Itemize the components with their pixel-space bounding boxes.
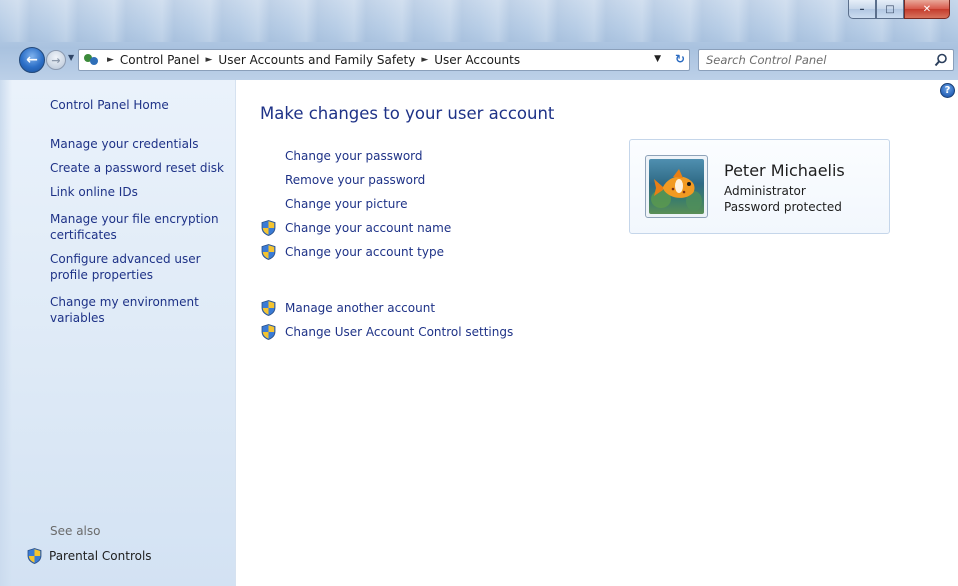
minimize-icon: – <box>859 3 865 15</box>
account-role: Administrator <box>724 184 806 198</box>
avatar <box>645 155 708 218</box>
search-input[interactable] <box>706 51 934 69</box>
breadcrumb-separator-icon[interactable]: ► <box>107 55 114 65</box>
breadcrumb-separator-icon[interactable]: ► <box>421 55 428 65</box>
account-card: Peter Michaelis Administrator Password p… <box>629 139 890 234</box>
fish-picture-icon <box>649 159 704 214</box>
task-change-account-type[interactable]: Change your account type <box>285 244 444 260</box>
user-accounts-icon <box>83 52 101 68</box>
sidebar-link-link-online-ids[interactable]: Link online IDs <box>50 184 228 200</box>
address-bar[interactable]: ► Control Panel ► User Accounts and Fami… <box>78 49 690 71</box>
breadcrumb-user-accounts[interactable]: User Accounts <box>434 53 520 67</box>
sidebar-link-configure-advanced-profile[interactable]: Configure advanced user profile properti… <box>50 251 210 283</box>
navigation-bar: ← → ▼ ► Control Panel ► User Accounts an… <box>0 44 958 76</box>
sidebar-link-control-panel-home[interactable]: Control Panel Home <box>50 97 228 113</box>
left-navigation-pane: Control Panel Home Manage your credentia… <box>0 80 236 586</box>
page-title: Make changes to your user account <box>260 104 555 123</box>
maximize-icon: □ <box>885 3 895 15</box>
task-change-password[interactable]: Change your password <box>285 148 423 164</box>
sidebar-link-manage-file-encryption[interactable]: Manage your file encryption certificates <box>50 211 220 243</box>
search-icon[interactable] <box>934 53 948 67</box>
uac-shield-icon <box>261 244 276 260</box>
sidebar-link-create-password-reset-disk[interactable]: Create a password reset disk <box>50 160 228 176</box>
help-button[interactable]: ? <box>940 83 955 98</box>
uac-shield-icon <box>261 300 276 316</box>
avatar-picture <box>651 169 702 211</box>
uac-shield-icon <box>261 324 276 340</box>
sidebar-link-change-environment-variables[interactable]: Change my environment variables <box>50 294 210 326</box>
window-controls: – □ ✕ <box>848 0 950 20</box>
breadcrumb-control-panel[interactable]: Control Panel <box>120 53 200 67</box>
sidebar-link-parental-controls[interactable]: Parental Controls <box>27 548 152 564</box>
sidebar-link-manage-credentials[interactable]: Manage your credentials <box>50 136 228 152</box>
close-button[interactable]: ✕ <box>904 0 950 19</box>
address-dropdown-icon[interactable]: ▼ <box>654 54 661 64</box>
help-icon: ? <box>944 85 951 96</box>
breadcrumb-user-accounts-family-safety[interactable]: User Accounts and Family Safety <box>218 53 415 67</box>
parental-controls-label: Parental Controls <box>49 549 152 563</box>
uac-shield-icon <box>27 548 42 564</box>
window-chrome: – □ ✕ ← → ▼ ► Control Panel ► User Accou… <box>0 0 958 80</box>
back-arrow-icon: ← <box>26 52 38 68</box>
account-status: Password protected <box>724 200 842 214</box>
forward-button[interactable]: → <box>46 50 66 70</box>
account-name: Peter Michaelis <box>724 161 845 180</box>
task-remove-password[interactable]: Remove your password <box>285 172 425 188</box>
see-also-heading: See also <box>50 524 101 538</box>
maximize-button[interactable]: □ <box>876 0 904 19</box>
task-change-account-name[interactable]: Change your account name <box>285 220 451 236</box>
breadcrumb-separator-icon[interactable]: ► <box>206 55 213 65</box>
task-change-uac-settings[interactable]: Change User Account Control settings <box>285 324 513 340</box>
recent-pages-dropdown[interactable]: ▼ <box>68 53 74 62</box>
task-manage-another-account[interactable]: Manage another account <box>285 300 435 316</box>
back-button[interactable]: ← <box>19 47 45 73</box>
close-icon: ✕ <box>922 3 932 15</box>
uac-shield-icon <box>261 220 276 236</box>
refresh-icon[interactable]: ↻ <box>675 52 685 66</box>
task-change-picture[interactable]: Change your picture <box>285 196 407 212</box>
search-box <box>698 49 954 71</box>
forward-arrow-icon: → <box>51 53 61 67</box>
minimize-button[interactable]: – <box>848 0 876 19</box>
